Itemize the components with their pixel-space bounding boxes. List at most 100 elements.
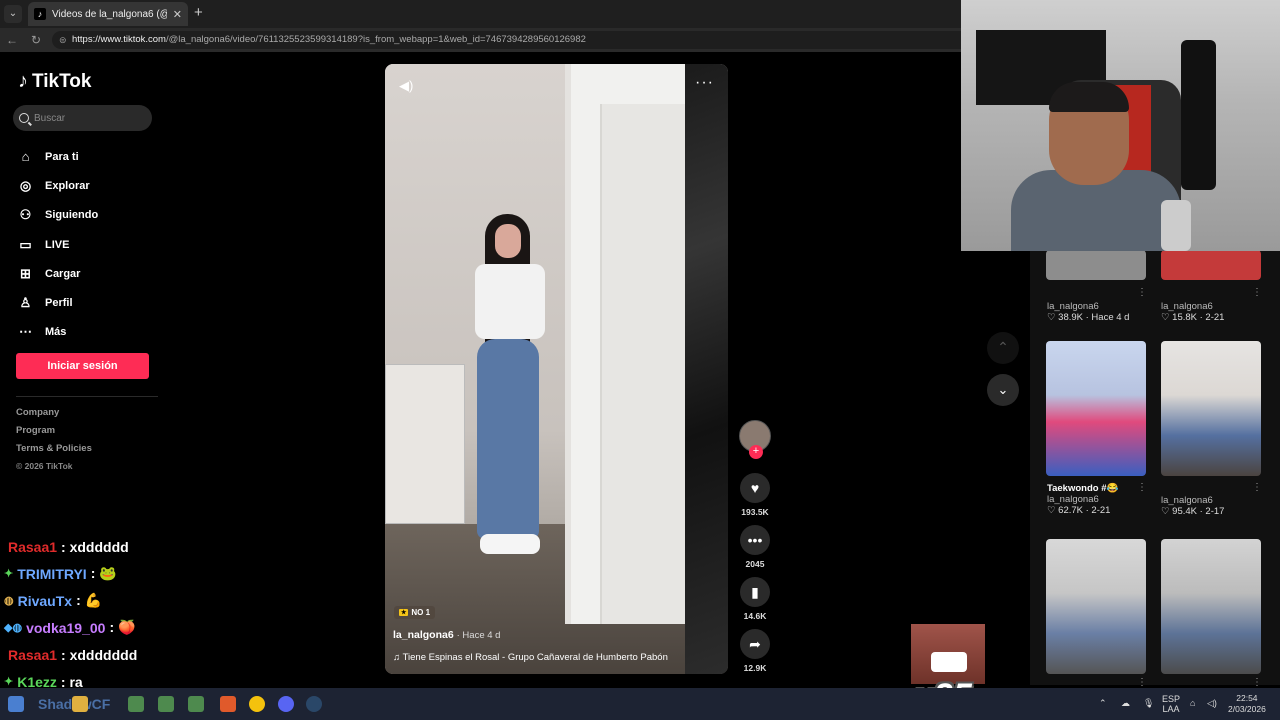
onedrive-icon[interactable]: ☁ xyxy=(1121,698,1130,708)
card-username[interactable]: la_nalgona6 xyxy=(1161,495,1224,506)
card-username[interactable]: la_nalgona6 xyxy=(1047,301,1129,312)
site-info-icon[interactable]: ⊜ xyxy=(59,31,67,49)
card-stats: ♡ 95.4K · 2-17 xyxy=(1161,506,1225,517)
save-action[interactable]: ▮ 14.6K xyxy=(738,577,772,621)
previous-video-button[interactable]: ⌃ xyxy=(987,332,1019,364)
sidebar-item-live[interactable]: ▭ LIVE xyxy=(18,230,98,259)
reload-icon[interactable]: ↻ xyxy=(28,32,44,48)
language-indicator[interactable]: ESP LAA xyxy=(1162,694,1180,714)
sidebar-item-label: Cargar xyxy=(45,267,81,280)
chat-username: TRIMITRYI xyxy=(17,565,87,582)
frog-app-icon[interactable] xyxy=(158,696,174,712)
frog-app-icon[interactable] xyxy=(128,696,144,712)
footer-link-terms[interactable]: Terms & Policies xyxy=(16,443,92,461)
share-count: 12.9K xyxy=(743,663,767,673)
card-options-icon[interactable]: ⋮ xyxy=(1252,287,1262,298)
card-stats: ♡ 15.8K · 2-21 xyxy=(1161,312,1225,323)
language-code: ESP xyxy=(1162,694,1181,704)
comment-action[interactable]: ••• 2045 xyxy=(738,525,772,569)
webcam-overlay xyxy=(961,0,1280,251)
sidebar-item-explorar[interactable]: ◎ Explorar xyxy=(18,171,98,200)
bookmark-icon[interactable]: ▮ xyxy=(740,577,770,607)
card-options-icon[interactable]: ⋮ xyxy=(1252,482,1262,493)
comment-icon[interactable]: ••• xyxy=(740,525,770,555)
follow-plus-icon[interactable]: + xyxy=(749,445,763,459)
chat-text: : xdddddd xyxy=(61,538,129,555)
new-tab-button[interactable]: + xyxy=(194,5,203,21)
tray-expand-icon[interactable]: ⌃ xyxy=(1099,698,1107,708)
like-action[interactable]: ♥ 193.5K xyxy=(738,473,772,517)
volume-icon[interactable]: ◀) xyxy=(399,78,413,94)
sidebar-item-label: Perfil xyxy=(45,297,73,310)
frog-app-icon[interactable] xyxy=(188,696,204,712)
logo-text: TikTok xyxy=(32,70,92,92)
keyboard-layout: LAA xyxy=(1162,704,1180,714)
login-button[interactable]: Iniciar sesión xyxy=(16,353,149,379)
heart-icon[interactable]: ♥ xyxy=(740,473,770,503)
folder-icon[interactable] xyxy=(72,696,88,712)
more-options-icon[interactable]: ··· xyxy=(695,74,714,92)
video-thumbnail[interactable] xyxy=(1161,341,1261,476)
footer-links: Company Program Terms & Policies © 2026 … xyxy=(16,407,92,479)
badge-star-icon: ★ xyxy=(399,609,409,616)
card-caption[interactable]: Taekwondo #😂 xyxy=(1047,483,1118,494)
video-player[interactable]: ◀) ··· ★ NO 1 la_nalgona6 · Hace 4 d ♫ Ti… xyxy=(385,64,728,674)
chat-text: : 💪 xyxy=(76,592,103,608)
ranking-badge: ★ NO 1 xyxy=(394,606,436,619)
card-options-icon[interactable]: ⋮ xyxy=(1137,482,1147,493)
share-action[interactable]: ➦ 12.9K xyxy=(738,629,772,673)
sidebar-item-mas[interactable]: ⋯ Más xyxy=(18,318,98,347)
profile-icon: ♙ xyxy=(19,295,32,311)
video-thumbnail[interactable] xyxy=(1161,250,1261,280)
sidebar-item-perfil[interactable]: ♙ Perfil xyxy=(18,288,98,317)
microphone-icon[interactable]: 🎙 xyxy=(1143,698,1154,708)
start-icon[interactable] xyxy=(8,696,24,712)
chat-username: RivauTx xyxy=(17,592,73,609)
chat-username: Rasaa1 xyxy=(8,646,58,663)
back-arrow-icon[interactable]: ← xyxy=(4,32,20,48)
tiktok-note-icon: ♪ xyxy=(18,70,28,92)
music-link[interactable]: ♫ Tiene Espinas el Rosal - Grupo Cañaver… xyxy=(393,652,668,663)
video-thumbnail[interactable] xyxy=(1161,539,1261,674)
sidebar-item-cargar[interactable]: ⊞ Cargar xyxy=(18,259,98,288)
author-name[interactable]: la_nalgona6 xyxy=(393,629,454,641)
share-icon[interactable]: ➦ xyxy=(740,629,770,659)
chat-text: : 🐸 xyxy=(90,565,117,581)
emote-mouth xyxy=(931,652,967,672)
discord-icon[interactable] xyxy=(278,696,294,712)
search-placeholder: Buscar xyxy=(34,112,66,124)
card-options-icon[interactable]: ⋮ xyxy=(1137,287,1147,298)
card-options-icon[interactable]: ⋮ xyxy=(1252,677,1262,688)
close-tab-icon[interactable]: ✕ xyxy=(173,8,182,21)
video-author[interactable]: la_nalgona6 · Hace 4 d xyxy=(393,629,500,641)
card-username[interactable]: la_nalgona6 xyxy=(1047,494,1118,505)
chat-text: : xddddddd xyxy=(61,646,138,663)
card-options-icon[interactable]: ⋮ xyxy=(1137,677,1147,688)
more-icon: ⋯ xyxy=(19,324,32,340)
network-icon[interactable]: ⌂ xyxy=(1190,698,1195,708)
search-icon xyxy=(19,113,29,123)
save-count: 14.6K xyxy=(743,611,767,621)
next-video-button[interactable]: ⌄ xyxy=(987,374,1019,406)
footer-link-company[interactable]: Company xyxy=(16,407,92,425)
chrome-icon[interactable] xyxy=(249,696,265,712)
emote-image xyxy=(911,624,985,684)
card-username[interactable]: la_nalgona6 xyxy=(1161,301,1224,312)
tiktok-logo[interactable]: ♪ TikTok xyxy=(18,70,91,93)
video-thumbnail[interactable] xyxy=(1046,341,1146,476)
steam-icon[interactable] xyxy=(306,696,322,712)
brave-icon[interactable] xyxy=(220,696,236,712)
search-input[interactable]: Buscar xyxy=(13,105,152,131)
sidebar-item-para-ti[interactable]: ⌂ Para ti xyxy=(18,142,98,171)
video-thumbnail[interactable] xyxy=(1046,539,1146,674)
volume-tray-icon[interactable]: ◁) xyxy=(1207,698,1217,708)
sidebar-item-siguiendo[interactable]: ⚇ Siguiendo xyxy=(18,201,99,230)
author-avatar[interactable]: + xyxy=(739,420,771,459)
chat-message: ◆◍ vodka19_00: 🍑 xyxy=(4,614,204,641)
browser-tab[interactable]: ♪ Videos de la_nalgona6 (@la_r ✕ xyxy=(28,2,188,26)
system-clock[interactable]: 22:54 2/03/2026 xyxy=(1228,693,1266,715)
footer-link-program[interactable]: Program xyxy=(16,425,92,443)
video-thumbnail[interactable] xyxy=(1046,250,1146,280)
video-card-meta: la_nalgona6 ♡ 15.8K · 2-21 xyxy=(1161,301,1224,323)
tab-menu-button[interactable]: ⌄ xyxy=(4,5,22,23)
